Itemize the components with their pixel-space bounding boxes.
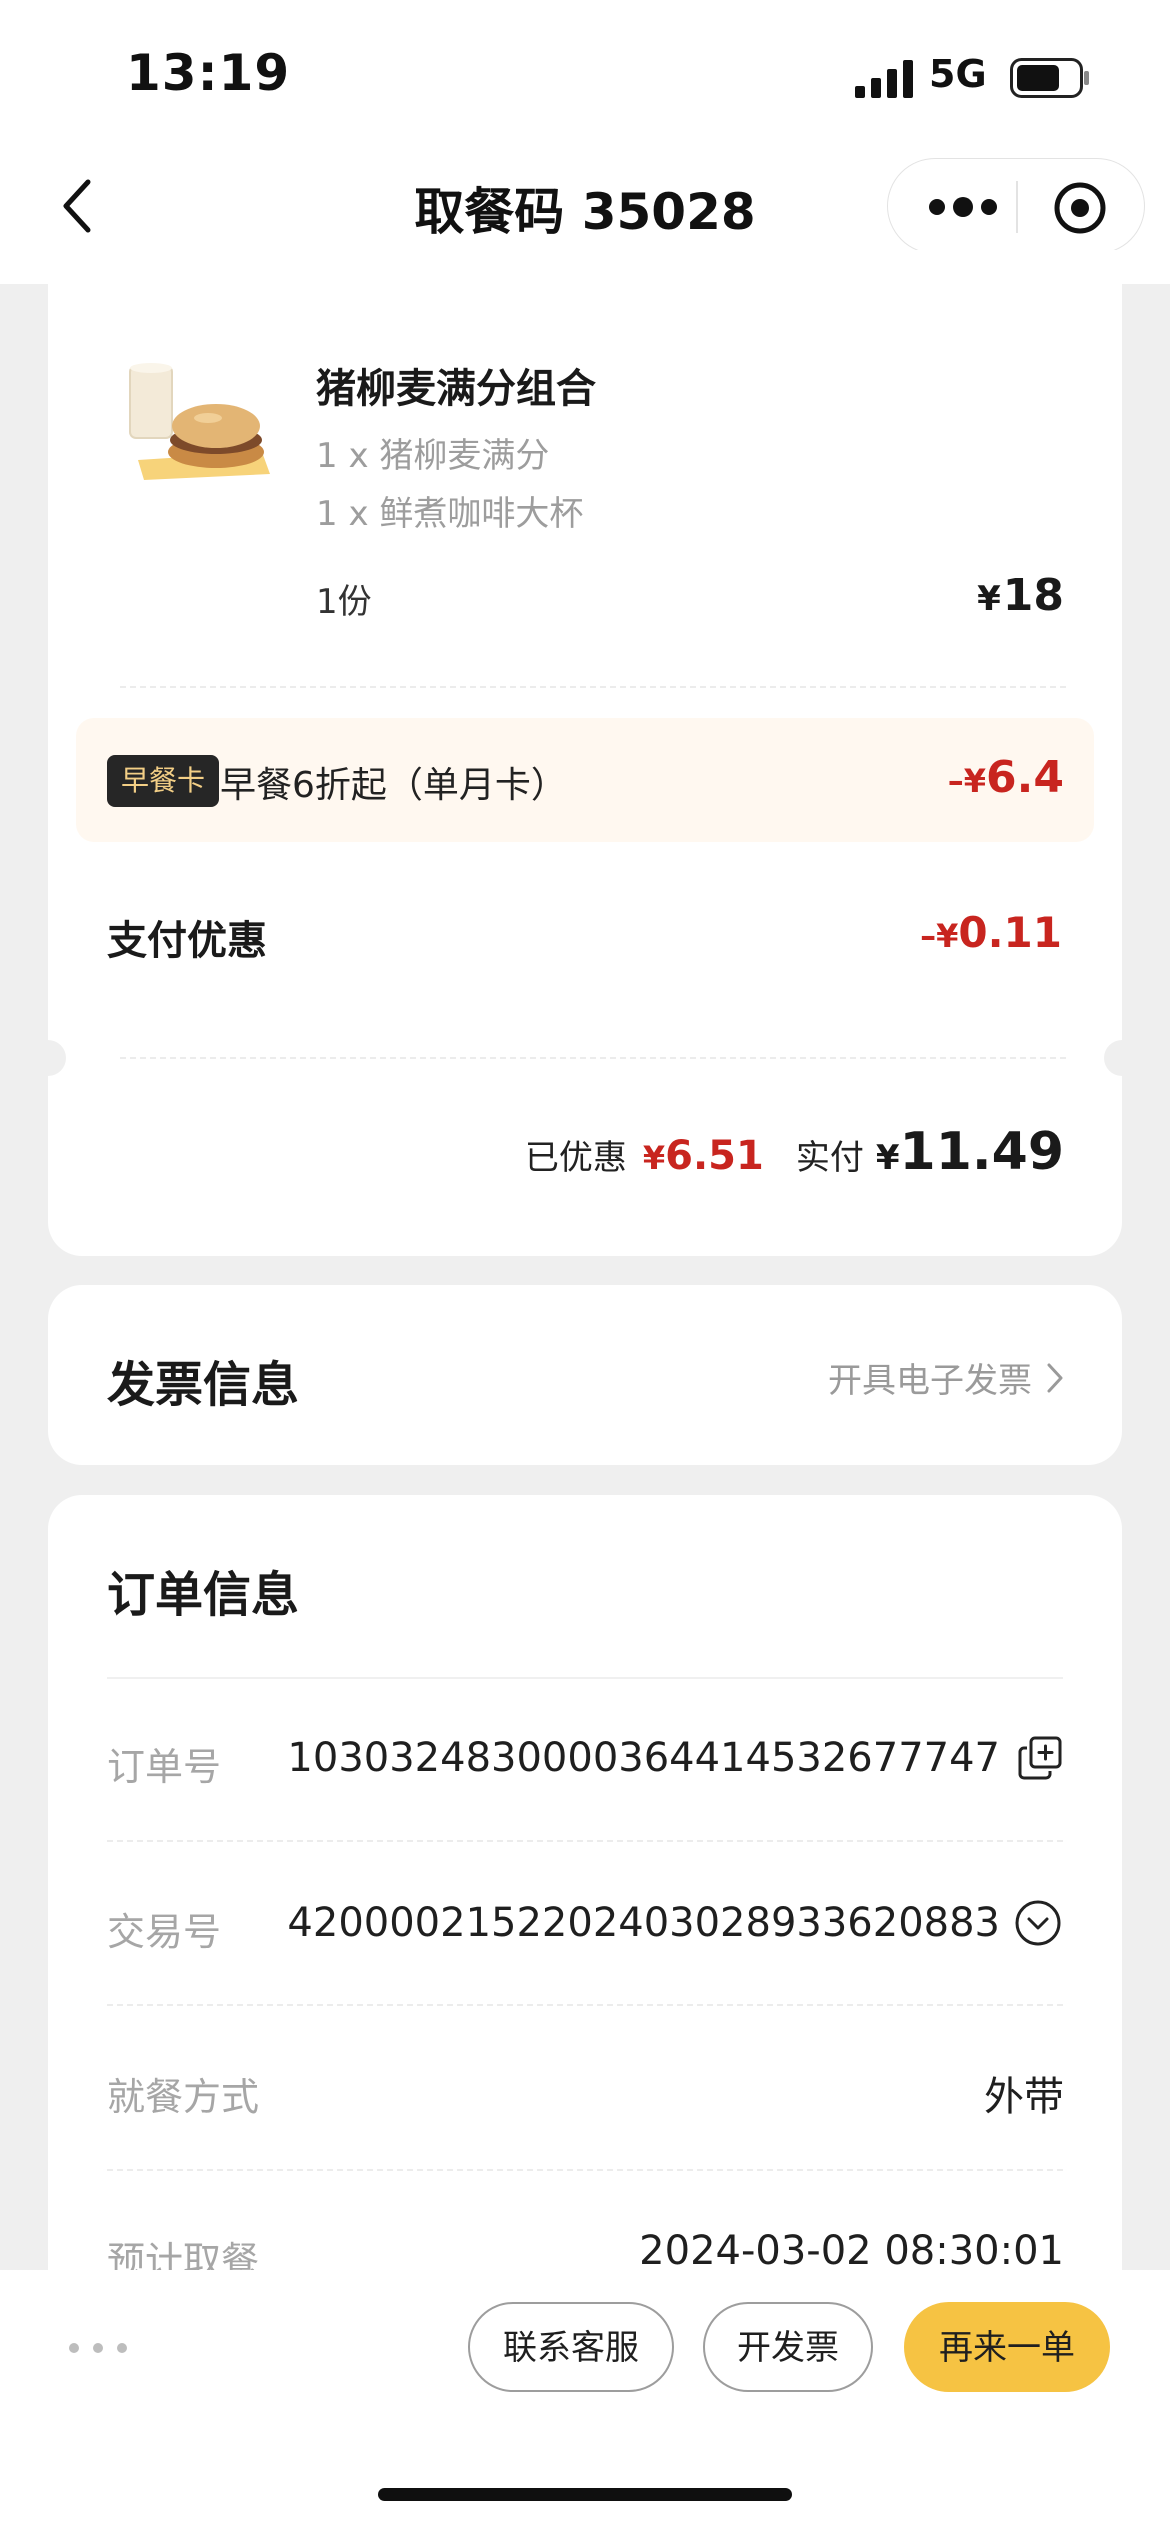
paid-amount: ¥11.49: [876, 1122, 1064, 1182]
ticket-notch: [30, 1040, 66, 1076]
cellular-signal-icon: [855, 60, 913, 98]
ticket-notch: [1104, 1040, 1140, 1076]
divider: [107, 2169, 1063, 2171]
currency-symbol: ¥: [642, 1139, 666, 1177]
divider: [107, 1677, 1063, 1679]
payment-discount-label: 支付优惠: [107, 918, 267, 964]
currency-symbol: ¥: [977, 579, 1001, 619]
order-number-label: 订单号: [107, 1745, 222, 1789]
promo-text: 早餐6折起（单月卡）: [220, 765, 567, 806]
price-value: 18: [1002, 570, 1064, 621]
transaction-number-label: 交易号: [107, 1910, 222, 1954]
network-type: 5G: [929, 52, 987, 96]
divider: [107, 1840, 1063, 1842]
discount-value: 0.11: [958, 908, 1062, 957]
currency-symbol: ¥: [875, 1138, 900, 1178]
order-total: 已优惠 ¥6.51 实付 ¥11.49: [525, 1122, 1064, 1182]
saved-value: 6.51: [665, 1133, 764, 1179]
battery-icon: [1010, 58, 1089, 98]
divider: [120, 1057, 1066, 1059]
product-price: ¥18: [977, 570, 1064, 621]
divider: [107, 2004, 1063, 2006]
close-target-icon[interactable]: [1053, 181, 1107, 235]
more-dots-icon[interactable]: [928, 189, 998, 225]
issue-e-invoice-link[interactable]: 开具电子发票: [828, 1353, 1064, 1402]
promo-row: 早餐卡 早餐6折起（单月卡） –¥6.4: [76, 718, 1094, 842]
chevron-right-icon: [1047, 1363, 1063, 1392]
discount-value: 6.4: [986, 752, 1064, 803]
saved-amount: ¥6.51: [643, 1133, 764, 1179]
product-quantity: 1份: [316, 582, 372, 622]
paid-value: 11.49: [899, 1122, 1064, 1182]
saved-label: 已优惠: [524, 1138, 627, 1178]
chevron-down-circle-icon[interactable]: [1014, 1899, 1062, 1947]
reorder-button[interactable]: 再来一单: [904, 2302, 1110, 2392]
order-info-title: 订单信息: [107, 1567, 300, 1623]
paid-label: 实付: [795, 1138, 864, 1178]
divider: [120, 686, 1066, 688]
order-number-value: 1030324830000364414532677747: [287, 1735, 1000, 1781]
invoice-title: 发票信息: [107, 1357, 300, 1413]
miniprogram-capsule: [887, 158, 1145, 254]
discount-sign: –¥: [947, 762, 987, 800]
promo-amount: –¥6.4: [948, 752, 1064, 803]
product-item: 1 x 鲜煮咖啡大杯: [316, 494, 584, 534]
transaction-number-value: 4200002152202403028933620883: [287, 1900, 1000, 1946]
pickup-time-value: 2024-03-02 08:30:01: [639, 2228, 1064, 2274]
status-time: 13:19: [126, 44, 291, 102]
payment-discount-amount: –¥0.11: [920, 908, 1062, 957]
copy-icon[interactable]: [1016, 1734, 1064, 1782]
product-item: 1 x 猪柳麦满分: [316, 436, 550, 476]
dining-option-value: 外带: [984, 2074, 1064, 2120]
dining-option-label: 就餐方式: [107, 2075, 260, 2119]
more-dots-icon[interactable]: [68, 2338, 128, 2358]
product-image: [129, 363, 270, 480]
promo-tag: 早餐卡: [107, 755, 220, 807]
discount-sign: –¥: [920, 917, 959, 955]
contact-support-button[interactable]: 联系客服: [468, 2302, 674, 2392]
product-name: 猪柳麦满分组合: [316, 366, 596, 412]
issue-invoice-button[interactable]: 开发票: [703, 2302, 873, 2392]
home-indicator: [378, 2488, 792, 2501]
invoice-link-label: 开具电子发票: [828, 1361, 1032, 1401]
capsule-divider: [1016, 181, 1018, 233]
